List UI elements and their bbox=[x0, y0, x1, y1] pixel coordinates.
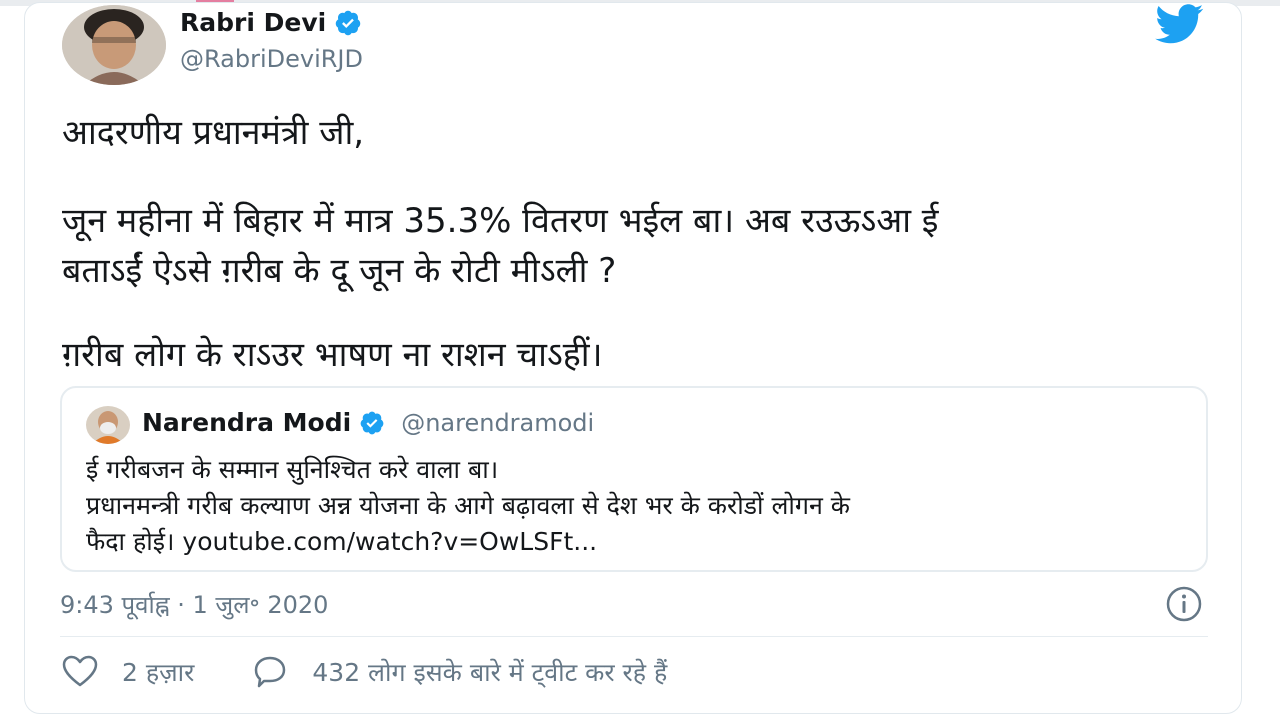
quoted-avatar-photo bbox=[86, 406, 130, 444]
tweet-line-2: जून महीना में बिहार में मात्र 35.3% वितर… bbox=[62, 201, 939, 241]
quoted-author-row: Narendra Modi @narendramodi bbox=[142, 408, 594, 437]
likes-count: 2 हज़ार bbox=[122, 658, 195, 687]
action-bar: 2 हज़ार 432 लोग इसके बारे में ट्वीट कर र… bbox=[60, 652, 667, 692]
speech-bubble-icon[interactable] bbox=[250, 652, 290, 692]
avatar[interactable] bbox=[62, 5, 166, 85]
quoted-author-name: Narendra Modi bbox=[142, 408, 352, 437]
twitter-bird-icon[interactable] bbox=[1152, 4, 1208, 44]
avatar-photo bbox=[62, 5, 166, 85]
quoted-author-handle: @narendramodi bbox=[401, 408, 595, 437]
divider bbox=[60, 636, 1208, 637]
info-icon[interactable] bbox=[1164, 584, 1204, 624]
heart-icon[interactable] bbox=[60, 652, 100, 692]
tweet-timestamp[interactable]: 9:43 पूर्वाह्न · 1 जुल॰ 2020 bbox=[60, 588, 328, 621]
tweet-line-4: ग़रीब लोग के राऽउर भाषण ना राशन चाऽहीं। bbox=[62, 335, 603, 375]
quoted-line-3: फैदा होई। youtube.com/watch?v=OwLSFt... bbox=[86, 527, 598, 556]
replies-label: 432 लोग इसके बारे में ट्वीट कर रहे हैं bbox=[312, 658, 668, 687]
author-name[interactable]: Rabri Devi bbox=[180, 8, 326, 37]
verified-badge-icon bbox=[335, 10, 361, 35]
author-row: Rabri Devi bbox=[180, 8, 362, 37]
like-button[interactable]: 2 हज़ार bbox=[60, 652, 194, 692]
quoted-avatar bbox=[86, 406, 130, 444]
tweet-line-1: आदरणीय प्रधानमंत्री जी, bbox=[62, 113, 365, 153]
quoted-tweet[interactable]: Narendra Modi @narendramodi ई गरीबजन के … bbox=[60, 386, 1208, 572]
reply-button[interactable]: 432 लोग इसके बारे में ट्वीट कर रहे हैं bbox=[250, 652, 667, 692]
author-handle[interactable]: @RabriDeviRJD bbox=[180, 45, 363, 73]
tweet-line-3: बताऽईं ऐऽसे ग़रीब के दू जून के रोटी मीऽल… bbox=[62, 251, 617, 291]
quoted-line-2: प्रधानमन्त्री गरीब कल्याण अन्न योजना के … bbox=[86, 491, 850, 520]
quoted-line-1: ई गरीबजन के सम्मान सुनिश्चित करे वाला बा… bbox=[86, 455, 499, 484]
verified-badge-icon bbox=[360, 411, 384, 434]
